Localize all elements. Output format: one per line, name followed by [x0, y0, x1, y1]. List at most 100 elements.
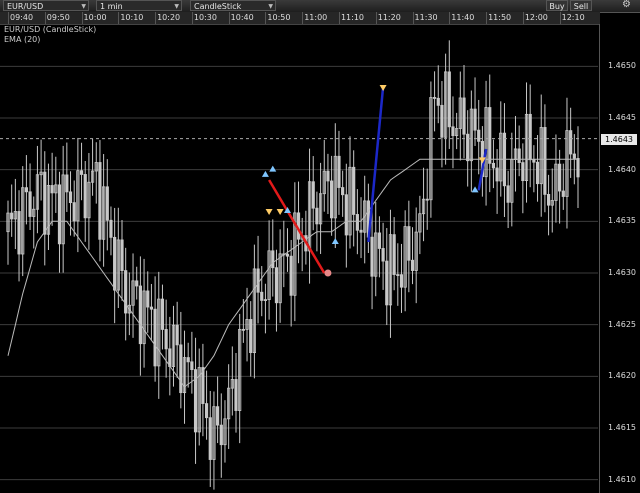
candle-body — [138, 285, 142, 345]
candle-body — [79, 170, 84, 175]
candle-body — [260, 291, 264, 301]
sell-marker — [379, 85, 387, 91]
candle-body — [491, 162, 496, 169]
candle-body — [451, 126, 455, 137]
candle-body — [370, 236, 374, 277]
candle-body — [355, 214, 359, 231]
candle-body — [488, 107, 492, 164]
candle-body — [219, 424, 223, 446]
candle-body — [432, 97, 437, 99]
candle-body — [10, 212, 14, 220]
y-tick-label: 1.4625 — [608, 319, 636, 329]
y-tick-label: 1.4630 — [608, 268, 636, 277]
candle-body — [24, 187, 28, 193]
y-tick-label: 1.4620 — [608, 371, 636, 381]
candle-body — [57, 184, 62, 245]
candle-body — [68, 191, 73, 204]
candle-body — [241, 328, 245, 331]
candle-body — [381, 248, 385, 262]
candle-body — [535, 161, 540, 185]
candle-body — [385, 260, 389, 306]
exit-marker — [324, 269, 332, 277]
candle-body — [105, 186, 109, 221]
y-tick-label: 1.4650 — [608, 61, 636, 71]
candle-body — [447, 71, 451, 128]
price-chart[interactable] — [0, 0, 640, 493]
candle-body — [153, 308, 157, 367]
candle-body — [135, 280, 139, 287]
candle-body — [249, 319, 253, 354]
candle-body — [109, 219, 113, 238]
current-price-tag: 1.4643 — [601, 133, 637, 145]
sell-marker — [265, 209, 273, 215]
buy-marker — [261, 170, 269, 177]
candle-body — [28, 191, 32, 217]
candle-body — [164, 329, 168, 350]
candle-body — [543, 127, 547, 195]
candle-body — [572, 153, 576, 159]
candle-body — [120, 239, 124, 272]
candle-body — [179, 344, 183, 394]
candle-body — [436, 97, 440, 106]
candle-body — [72, 202, 76, 222]
candle-body — [344, 194, 348, 236]
candle-body — [561, 190, 565, 197]
candle-body — [234, 379, 238, 411]
candle-body — [532, 159, 536, 163]
candle-body — [271, 250, 275, 269]
candle-body — [216, 406, 220, 426]
candle-body — [65, 174, 69, 193]
candle-body — [274, 267, 279, 304]
candle-body — [399, 274, 404, 288]
candle-body — [528, 113, 532, 161]
chart-legend: EUR/USD (CandleStick) EMA (20) — [4, 25, 96, 45]
candle-body — [546, 194, 551, 206]
candle-body — [462, 97, 466, 135]
candle-body — [285, 253, 290, 257]
candle-body — [160, 298, 165, 330]
y-tick-label: 1.4615 — [608, 423, 636, 432]
buy-marker — [471, 186, 479, 193]
candle-body — [124, 270, 128, 314]
candle-body — [473, 108, 477, 131]
candle-body — [315, 207, 319, 225]
candle-body — [506, 185, 510, 203]
candle-body — [311, 181, 315, 209]
candle-body — [392, 234, 396, 275]
candle-body — [190, 361, 194, 371]
candle-body — [43, 171, 47, 235]
y-tick-label: 1.4640 — [608, 164, 636, 174]
candle-body — [256, 268, 260, 293]
y-tick-label: 1.4645 — [608, 113, 636, 122]
y-tick-label: 1.4610 — [608, 474, 636, 484]
candle-body — [289, 255, 293, 296]
sell-marker — [276, 209, 284, 215]
candle-body — [569, 130, 573, 155]
candle-body — [558, 163, 562, 192]
candle-body — [146, 290, 150, 308]
candle-body — [149, 306, 154, 310]
candle-body — [440, 104, 444, 138]
candle-body — [50, 185, 54, 194]
candle-body — [341, 187, 345, 196]
candle-body — [477, 129, 481, 142]
buy-marker — [269, 165, 277, 172]
candle-body — [186, 357, 190, 363]
candle-body — [410, 259, 415, 271]
candle-body — [98, 162, 102, 240]
y-tick-label: 1.4635 — [608, 216, 636, 226]
candle-body — [576, 158, 580, 178]
candle-body — [517, 148, 521, 163]
candle-body — [168, 348, 172, 367]
candle-body — [113, 236, 117, 291]
candle-body — [495, 167, 499, 182]
buy-marker — [331, 238, 339, 244]
candle-body — [359, 229, 363, 233]
candle-body — [83, 174, 87, 219]
candle-body — [337, 155, 341, 188]
series-label: EUR/USD (CandleStick) — [4, 25, 97, 34]
candle-body — [352, 166, 356, 215]
candle-body — [208, 417, 212, 460]
candle-body — [377, 232, 382, 249]
candle-body — [425, 198, 429, 201]
